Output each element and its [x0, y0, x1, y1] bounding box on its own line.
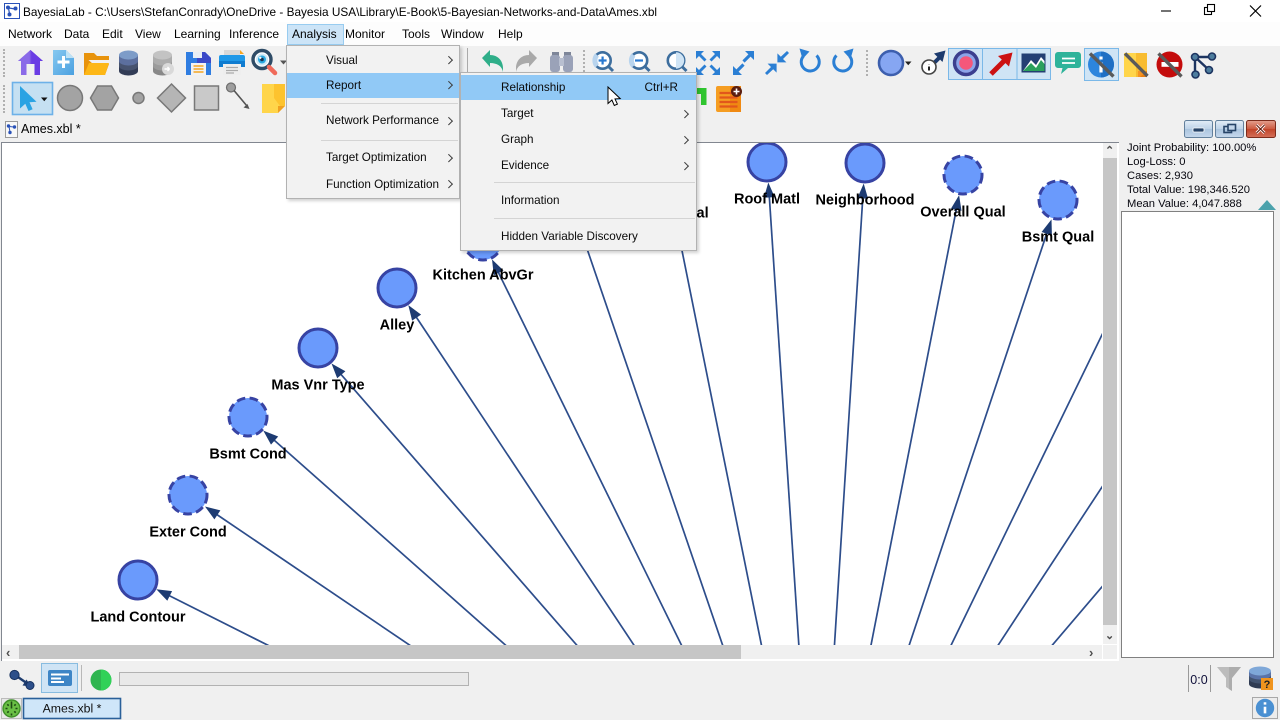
- svg-text:Bsmt Cond: Bsmt Cond: [209, 447, 286, 463]
- svg-text:Overall Qual: Overall Qual: [920, 205, 1005, 221]
- svg-text:Land Contour: Land Contour: [90, 610, 185, 626]
- svg-text:Neighborhood: Neighborhood: [815, 193, 914, 209]
- svg-text:Mas Vnr Type: Mas Vnr Type: [271, 378, 364, 394]
- svg-text:Roof Matl: Roof Matl: [734, 192, 800, 208]
- svg-text:Kitchen AbvGr: Kitchen AbvGr: [433, 268, 534, 284]
- svg-text:?: ?: [1264, 679, 1271, 691]
- svg-text:Ames.xbl *: Ames.xbl *: [43, 702, 102, 716]
- svg-text:Bsmt Qual: Bsmt Qual: [1022, 230, 1095, 246]
- svg-text:0:0: 0:0: [1190, 673, 1207, 687]
- svg-text:Exter Cond: Exter Cond: [149, 525, 226, 541]
- svg-text:Alley: Alley: [380, 318, 415, 334]
